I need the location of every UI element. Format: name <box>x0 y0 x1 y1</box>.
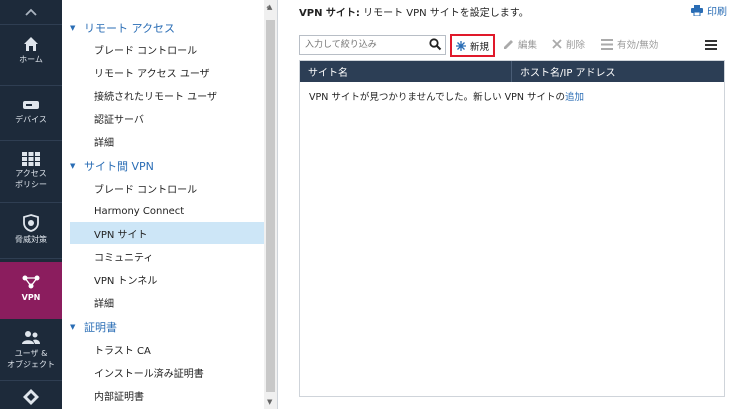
tree-item-harmony-connect[interactable]: Harmony Connect <box>62 200 264 222</box>
tree-item-label: ブレード コントロール <box>94 45 198 57</box>
caret-down-icon: ▼ <box>70 24 76 32</box>
home-icon <box>24 37 38 51</box>
caret-down-icon: ▼ <box>70 162 76 170</box>
tree-item-label: 認証サーバ <box>94 114 144 126</box>
tree-item-label: インストール済み証明書 <box>94 368 204 380</box>
tree-item-advanced[interactable]: 詳細 <box>62 291 264 313</box>
collapse-up-button[interactable] <box>0 0 62 24</box>
diamond-icon <box>23 389 39 405</box>
tree-item-advanced[interactable]: 詳細 <box>62 130 264 152</box>
collapse-tree-button[interactable]: ‹ <box>266 3 270 13</box>
page-title-description: リモート VPN サイトを設定します。 <box>359 8 529 19</box>
tree-item-vpn-tunnels[interactable]: VPN トンネル <box>62 268 264 290</box>
nav-vpn-label: VPN <box>21 293 41 302</box>
delete-button-label: 削除 <box>566 40 586 51</box>
nav-devices[interactable]: デバイス <box>0 98 62 125</box>
page-title: VPN サイト: リモート VPN サイトを設定します。 <box>299 4 529 19</box>
add-link[interactable]: 追加 <box>565 92 584 103</box>
users-objects-icon <box>22 331 40 344</box>
access-policy-icon <box>22 152 40 166</box>
tree-item-label: トラスト CA <box>94 345 151 357</box>
vpn-icon <box>22 275 40 289</box>
table-header: サイト名 ホスト名/IP アドレス <box>300 61 724 82</box>
nav-home[interactable]: ホーム <box>0 36 62 65</box>
print-button[interactable]: 印刷 <box>691 3 727 18</box>
new-button-label: 新規 <box>469 41 489 53</box>
new-button[interactable]: 新規 <box>450 34 495 57</box>
empty-message: VPN サイトが見つかりませんでした。新しい VPN サイトの追加 <box>309 89 584 103</box>
tree-item-internal-certs[interactable]: 内部証明書 <box>62 384 264 406</box>
tree-item-label: VPN トンネル <box>94 275 158 287</box>
chevron-up-icon <box>25 8 37 16</box>
tree-item-installed-certs[interactable]: インストール済み証明書 <box>62 361 264 383</box>
nav-users-objects[interactable]: ユーザ & オブジェクト <box>0 330 62 370</box>
main-panel: ‹ VPN サイト: リモート VPN サイトを設定します。 印刷 新規 編集 … <box>266 0 740 409</box>
column-label: ホスト名/IP アドレス <box>520 68 616 79</box>
scroll-down-icon[interactable]: ▼ <box>267 398 272 406</box>
column-header-host-ip[interactable]: ホスト名/IP アドレス <box>512 61 724 82</box>
search-input[interactable] <box>300 36 424 54</box>
tree-item-label: 接続されたリモート ユーザ <box>94 91 217 103</box>
tree-item-remote-access-users[interactable]: リモート アクセス ユーザ <box>62 61 264 83</box>
nav-users-objects-label: ユーザ & オブジェクト <box>7 349 55 369</box>
search-box <box>299 35 446 55</box>
tree-list: ▼ リモート アクセス ブレード コントロール リモート アクセス ユーザ 接続… <box>62 0 264 409</box>
nav-vpn[interactable]: VPN <box>0 262 62 319</box>
edit-button-label: 編集 <box>518 40 538 51</box>
tree-item-connected-remote-users[interactable]: 接続されたリモート ユーザ <box>62 84 264 106</box>
empty-message-text: VPN サイトが見つかりませんでした。新しい VPN サイトの <box>309 92 565 103</box>
nav-threat-prevention-label: 脅威対策 <box>15 235 47 244</box>
tree-item-label: コミュニティ <box>94 252 154 264</box>
enable-disable-button[interactable]: 有効/無効 <box>601 37 658 51</box>
scrollbar-thumb[interactable] <box>266 20 275 392</box>
page-title-name: VPN サイト: <box>299 8 360 19</box>
nav-home-label: ホーム <box>19 55 43 64</box>
tree-item-trusted-ca[interactable]: トラスト CA <box>62 338 264 360</box>
tree-section-label: サイト間 VPN <box>84 160 154 173</box>
hamburger-menu-icon[interactable] <box>705 40 717 50</box>
tree-item-label: VPN サイト <box>94 229 148 241</box>
nav-threat-prevention[interactable]: 脅威対策 <box>0 214 62 245</box>
list-icon <box>601 38 613 50</box>
tree-item-label: リモート アクセス ユーザ <box>94 68 210 80</box>
enable-disable-label: 有効/無効 <box>617 40 659 51</box>
print-label: 印刷 <box>707 7 727 18</box>
tree-section-certificates[interactable]: ▼ 証明書 <box>70 319 117 335</box>
tree-item-blade-control[interactable]: ブレード コントロール <box>62 177 264 199</box>
delete-button[interactable]: 削除 <box>552 37 585 51</box>
tree-section-remote-access[interactable]: ▼ リモート アクセス <box>70 20 175 36</box>
search-icon[interactable] <box>429 38 442 51</box>
nav-logs[interactable] <box>0 388 62 406</box>
tree-scrollbar[interactable]: ▲ ▼ <box>264 0 277 409</box>
tree-item-label: 詳細 <box>94 137 114 149</box>
tree-section-site-to-site-vpn[interactable]: ▼ サイト間 VPN <box>70 158 154 174</box>
tree-item-auth-servers[interactable]: 認証サーバ <box>62 107 264 129</box>
nav-access-policy[interactable]: アクセス ポリシー <box>0 152 62 190</box>
nav-rail: ホーム デバイス アクセス ポリシー 脅威対策 VPN ユーザ & オブジェクト <box>0 0 62 409</box>
nav-access-policy-label: アクセス ポリシー <box>15 169 47 189</box>
tree-item-vpn-sites[interactable]: VPN サイト <box>70 222 264 244</box>
column-label: サイト名 <box>308 68 348 79</box>
tree-item-label: 詳細 <box>94 298 114 310</box>
tree-item-community[interactable]: コミュニティ <box>62 245 264 267</box>
tree-item-blade-control[interactable]: ブレード コントロール <box>62 38 264 60</box>
close-icon <box>552 39 562 49</box>
nav-devices-label: デバイス <box>15 115 47 124</box>
tree-item-label: Harmony Connect <box>94 205 185 217</box>
tree-item-label: 内部証明書 <box>94 391 144 403</box>
vpn-sites-table: サイト名 ホスト名/IP アドレス VPN サイトが見つかりませんでした。新しい… <box>299 60 725 397</box>
edit-button[interactable]: 編集 <box>503 37 537 51</box>
device-icon <box>23 101 39 109</box>
new-star-icon <box>455 40 466 51</box>
tree-section-label: 証明書 <box>84 321 117 334</box>
threat-prevention-icon <box>23 214 39 232</box>
column-header-site-name[interactable]: サイト名 <box>300 61 512 82</box>
tree-section-label: リモート アクセス <box>84 22 175 35</box>
printer-icon <box>691 5 703 16</box>
caret-down-icon: ▼ <box>70 323 76 331</box>
tree-panel: ▼ リモート アクセス ブレード コントロール リモート アクセス ユーザ 接続… <box>62 0 278 409</box>
tree-item-label: ブレード コントロール <box>94 184 198 196</box>
pencil-icon <box>504 39 513 49</box>
